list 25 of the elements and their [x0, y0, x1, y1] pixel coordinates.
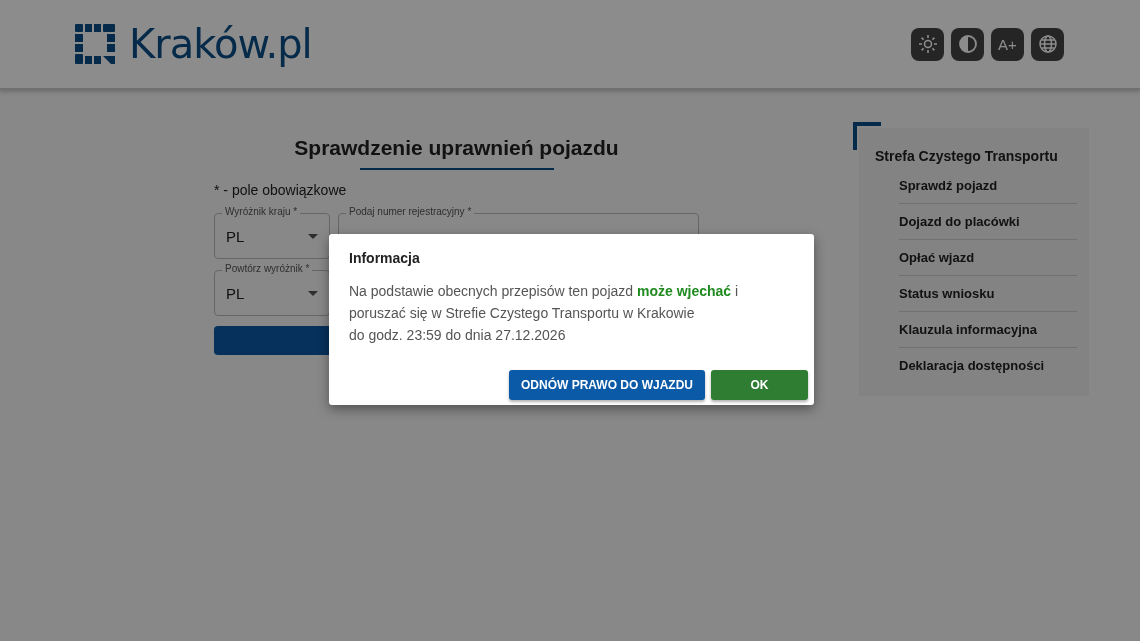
dialog-message: Na podstawie obecnych przepisów ten pojazd może wjechać i poruszać się w Strefie Czystego Transportu w Krakowie do godz. 23:59 do dnia 27.12.2026	[349, 282, 740, 345]
brightness-button[interactable]	[911, 27, 944, 61]
sidebar-link[interactable]: Klauzula informacyjna	[899, 312, 1077, 348]
dialog-title: Informacja	[349, 250, 421, 266]
required-note: * - pole obowiązkowe	[214, 182, 348, 198]
font-size-button[interactable]: A+	[991, 27, 1024, 61]
repeat-country-select[interactable]: Powtórz wyróżnik * PL	[214, 263, 330, 316]
globe-icon	[1037, 34, 1058, 54]
renew-button[interactable]: ODNÓW PRAWO DO WJAZDU	[509, 370, 705, 400]
contrast-icon	[957, 34, 978, 54]
sidebar-link[interactable]: Opłać wjazd	[899, 240, 1077, 276]
logo-icon	[75, 24, 115, 64]
sidebar-link[interactable]: Dojazd do placówki	[899, 204, 1077, 240]
sidebar-link[interactable]: Status wniosku	[899, 276, 1077, 312]
country-select[interactable]: Wyróżnik kraju * PL	[214, 206, 330, 259]
corner-mark	[853, 122, 881, 150]
sidebar-link[interactable]: Sprawdź pojazd	[899, 168, 1077, 204]
site-logo-text[interactable]: Kraków.pl	[129, 21, 312, 67]
contrast-button[interactable]	[951, 27, 984, 61]
sidebar-link[interactable]: Deklaracja dostępności	[899, 348, 1077, 383]
sun-icon	[917, 34, 938, 54]
sidebar-title: Strefa Czystego Transportu	[875, 148, 1059, 164]
page-title: Sprawdzenie uprawnień pojazdu	[293, 136, 620, 160]
language-button[interactable]	[1031, 27, 1064, 61]
ok-button[interactable]: OK	[711, 370, 808, 400]
